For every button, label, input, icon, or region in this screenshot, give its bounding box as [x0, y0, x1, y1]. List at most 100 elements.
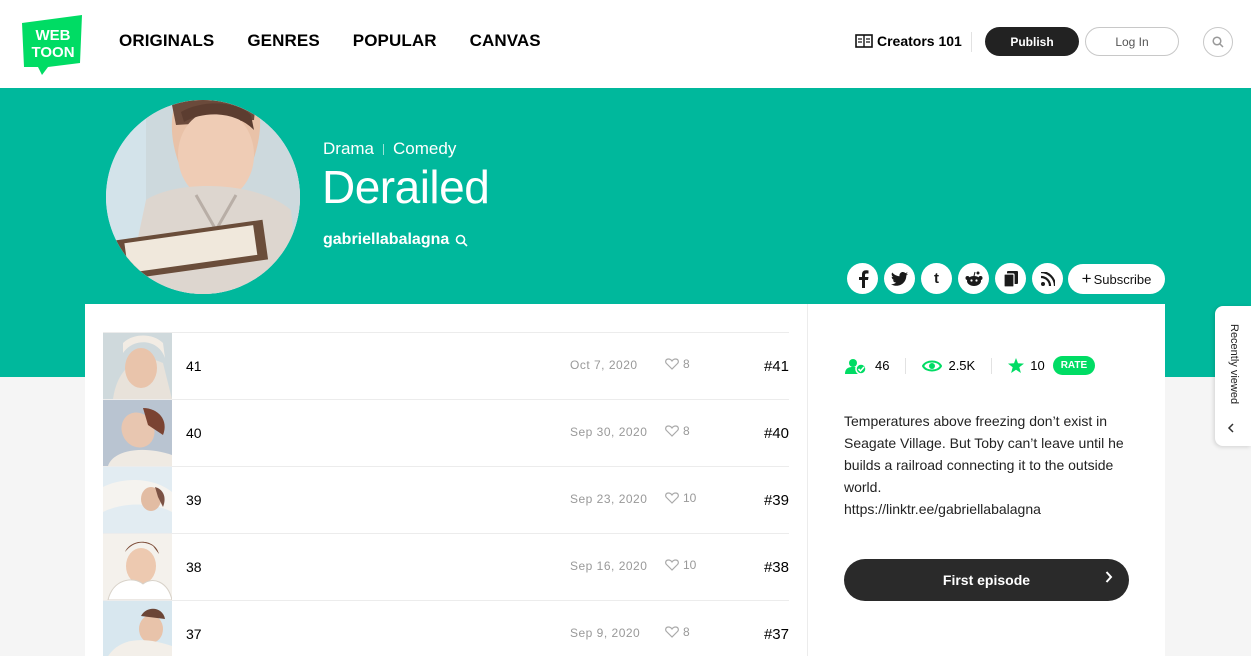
reddit-icon[interactable] [958, 263, 989, 294]
episode-number: #41 [763, 358, 789, 375]
episode-date: Sep 23, 2020 [570, 492, 648, 506]
search-icon [455, 234, 468, 247]
rating-stat: 10 [1008, 358, 1045, 373]
rating-value: 10 [1030, 358, 1045, 373]
series-stats: 46 2.5K 10 RATE [845, 356, 1096, 375]
subscribe-label: Subscribe [1093, 271, 1152, 287]
episode-thumbnail [103, 400, 172, 466]
star-icon [1008, 358, 1025, 373]
episode-title: 39 [186, 492, 202, 508]
episode-thumbnail [103, 601, 172, 656]
episode-row[interactable]: 41 Oct 7, 2020 8 #41 [103, 332, 789, 399]
episode-date: Sep 30, 2020 [570, 425, 648, 439]
episode-number: #40 [763, 425, 789, 442]
episode-date: Oct 7, 2020 [570, 358, 638, 372]
nav-genres[interactable]: GENRES [247, 31, 319, 51]
episode-title: 38 [186, 559, 202, 575]
subscribe-button[interactable]: + Subscribe [1068, 264, 1165, 294]
episode-row[interactable]: 37 Sep 9, 2020 8 #37 [103, 600, 789, 656]
episode-number: #37 [763, 626, 789, 643]
likes-count: 8 [683, 625, 690, 639]
logo-text-web: WEB [36, 27, 71, 44]
genre-drama[interactable]: Drama [323, 139, 374, 159]
creators-label: Creators 101 [877, 33, 962, 49]
likes-count: 10 [683, 558, 697, 572]
recently-viewed-label: Recently viewed [1228, 324, 1240, 405]
views-count: 2.5K [948, 358, 976, 373]
views-stat: 2.5K [922, 358, 975, 373]
genre-list: Drama Comedy [323, 139, 456, 159]
author-name: gabriellabalagna [323, 231, 450, 248]
episode-row[interactable]: 40 Sep 30, 2020 8 #40 [103, 399, 789, 466]
creators-101-link[interactable]: Creators 101 [855, 33, 962, 49]
series-cover-image [106, 100, 300, 294]
nav-canvas[interactable]: CANVAS [470, 31, 541, 51]
heart-icon [665, 358, 679, 370]
rate-button[interactable]: RATE [1052, 356, 1096, 375]
episode-likes: 8 [665, 424, 690, 438]
summary-text: Temperatures above freezing don’t exist … [844, 413, 1124, 495]
panel-divider [807, 304, 808, 656]
plus-icon: + [1081, 269, 1092, 288]
summary-link[interactable]: https://linktr.ee/gabriellabalagna [844, 501, 1041, 517]
episode-date: Sep 16, 2020 [570, 559, 648, 573]
likes-count: 8 [683, 424, 690, 438]
first-episode-label: First episode [942, 572, 1031, 588]
subscribers-count: 46 [875, 358, 890, 373]
episode-title: 37 [186, 626, 202, 642]
episode-likes: 10 [665, 558, 696, 572]
episode-list: 41 Oct 7, 2020 8 #41 40 Sep 30, 2020 8 #… [103, 332, 789, 656]
search-icon [1212, 36, 1224, 48]
chevron-right-icon [1105, 571, 1113, 583]
episode-row[interactable]: 38 Sep 16, 2020 10 #38 [103, 533, 789, 600]
login-button[interactable]: Log In [1085, 27, 1179, 56]
episode-thumbnail [103, 333, 172, 399]
series-author[interactable]: gabriellabalagna [323, 231, 468, 249]
heart-icon [665, 559, 679, 571]
header-divider [971, 32, 972, 52]
episode-thumbnail [103, 534, 172, 600]
episode-likes: 8 [665, 625, 690, 639]
eye-icon [922, 360, 943, 371]
episode-thumbnail [103, 467, 172, 533]
heart-icon [665, 492, 679, 504]
heart-icon [665, 626, 679, 638]
genre-separator [383, 143, 385, 155]
nav-originals[interactable]: ORIGINALS [119, 31, 214, 51]
episode-number: #38 [763, 559, 789, 576]
episode-title: 41 [186, 358, 202, 374]
logo-text-toon: TOON [31, 44, 74, 61]
book-icon [855, 34, 873, 48]
recently-viewed-tab[interactable]: Recently viewed [1215, 306, 1251, 446]
episode-number: #39 [763, 492, 789, 509]
subscribers-stat: 46 [845, 358, 889, 374]
publish-button[interactable]: Publish [985, 27, 1079, 56]
twitter-icon[interactable] [884, 263, 915, 294]
heart-icon [665, 425, 679, 437]
webtoon-logo[interactable]: WEB TOON [18, 11, 88, 75]
top-header: WEB TOON ORIGINALS GENRES POPULAR CANVAS… [0, 0, 1251, 88]
main-nav: ORIGINALS GENRES POPULAR CANVAS [119, 31, 574, 51]
copy-link-icon[interactable] [995, 263, 1026, 294]
subscribers-icon [845, 358, 867, 374]
tumblr-icon[interactable]: t [921, 263, 952, 294]
likes-count: 8 [683, 357, 690, 371]
episode-date: Sep 9, 2020 [570, 626, 641, 640]
stats-divider [905, 357, 907, 374]
share-buttons: t [847, 263, 1069, 294]
search-button[interactable] [1203, 27, 1233, 57]
genre-comedy[interactable]: Comedy [393, 139, 456, 159]
first-episode-button[interactable]: First episode [844, 559, 1129, 601]
episode-row[interactable]: 39 Sep 23, 2020 10 #39 [103, 466, 789, 533]
series-summary: Temperatures above freezing don’t exist … [844, 410, 1134, 520]
rss-icon[interactable] [1032, 263, 1063, 294]
series-title: Derailed [322, 161, 490, 213]
episode-likes: 10 [665, 491, 696, 505]
content-panel: 41 Oct 7, 2020 8 #41 40 Sep 30, 2020 8 #… [85, 304, 1165, 656]
nav-popular[interactable]: POPULAR [353, 31, 437, 51]
facebook-icon[interactable] [847, 263, 878, 294]
episode-likes: 8 [665, 357, 690, 371]
chevron-left-icon [1227, 423, 1234, 433]
episode-title: 40 [186, 425, 202, 441]
likes-count: 10 [683, 491, 697, 505]
